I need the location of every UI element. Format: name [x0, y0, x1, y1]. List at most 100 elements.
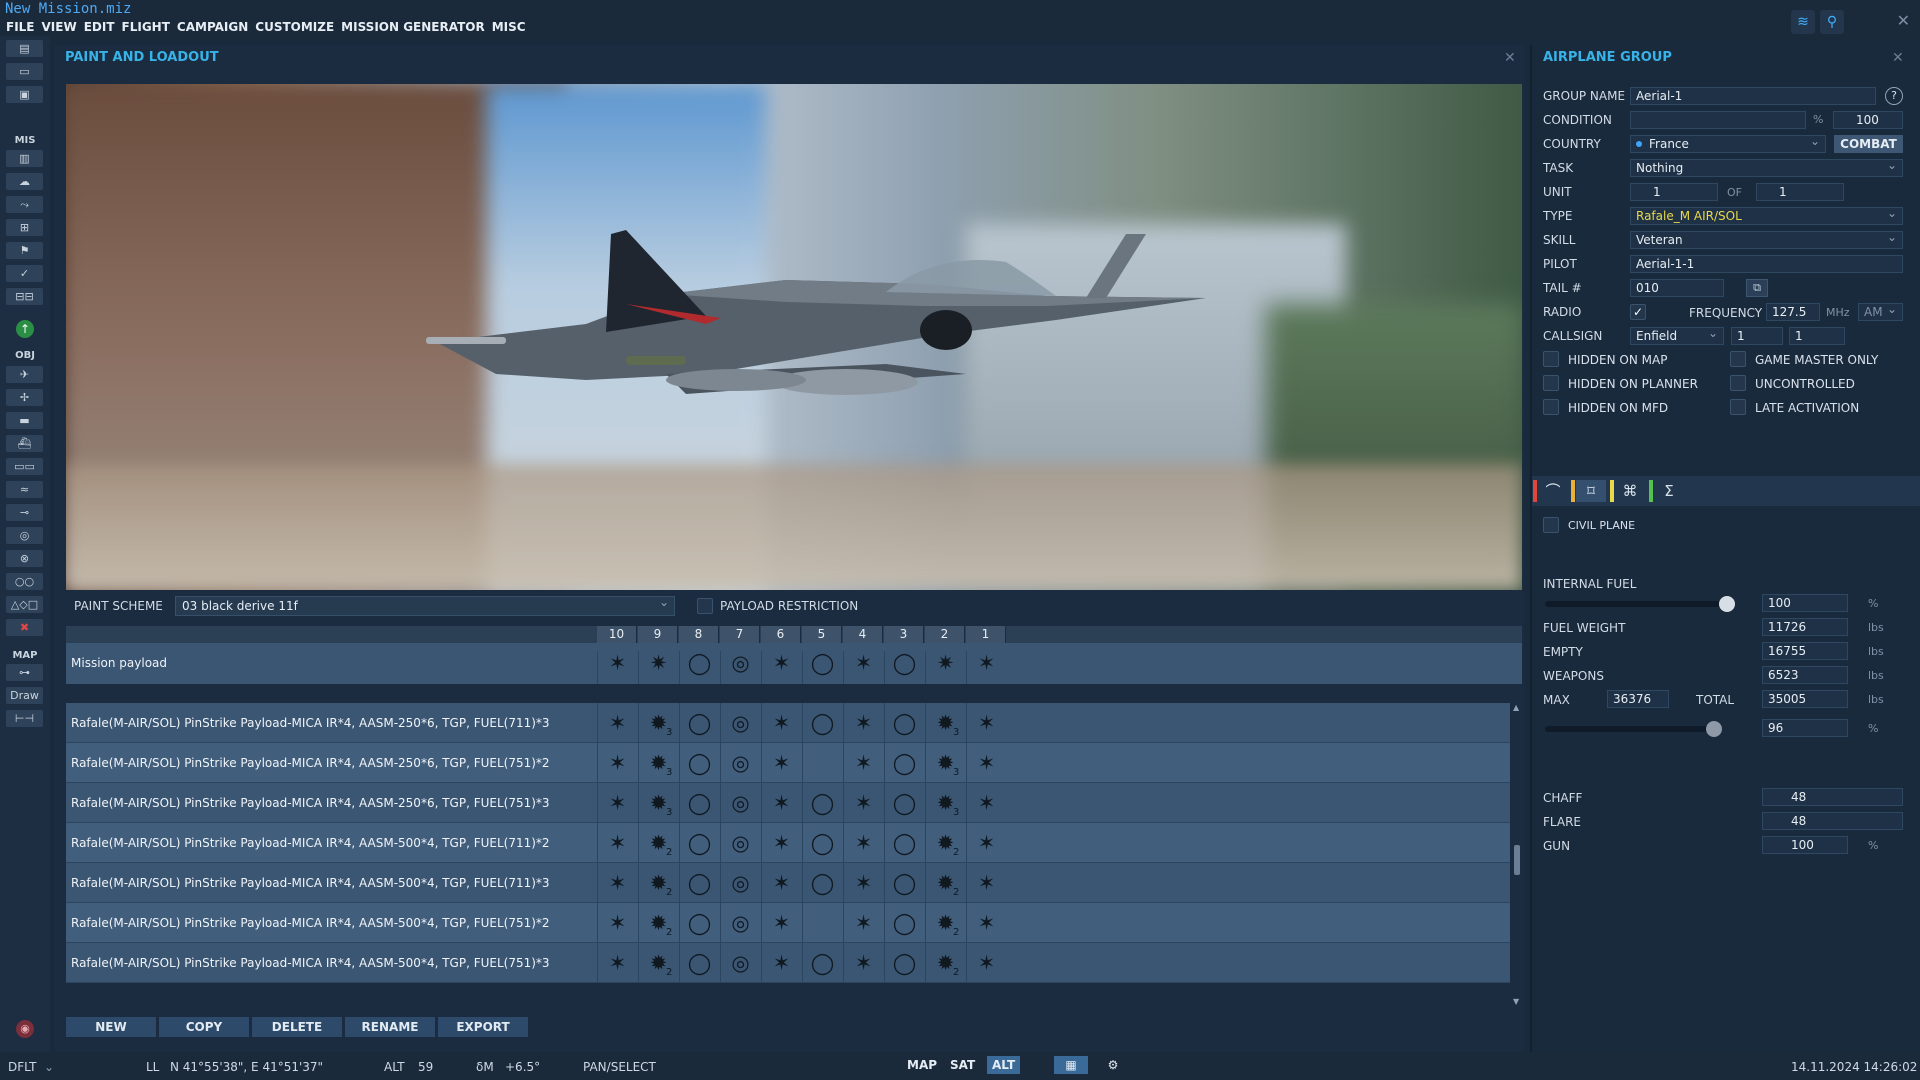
internal-fuel-input[interactable]: 100	[1762, 594, 1848, 612]
new-payload-button[interactable]: NEW	[66, 1017, 156, 1037]
rename-payload-button[interactable]: RENAME	[345, 1017, 435, 1037]
mission-pylon-3-icon[interactable]: ◯	[884, 651, 924, 684]
mission-pylon-1-icon[interactable]: ✶	[966, 651, 1006, 684]
menu-item-customize[interactable]: CUSTOMIZE	[255, 20, 334, 34]
unit-stepper[interactable]: 1	[1630, 183, 1718, 201]
payload-row[interactable]: Rafale(M-AIR/SOL) PinStrike Payload-MICA…	[66, 703, 1510, 743]
mission-pylon-9-icon[interactable]: ✷	[638, 651, 678, 684]
upload-icon[interactable]: ↑	[16, 320, 34, 338]
triggers-icon[interactable]: ⊟⊟	[6, 288, 43, 305]
aircraft-preview[interactable]	[66, 84, 1522, 590]
menu-item-mission-generator[interactable]: MISSION GENERATOR	[341, 20, 485, 34]
weather-icon[interactable]: ☁	[6, 173, 43, 190]
uncontrolled-checkbox[interactable]	[1730, 375, 1746, 391]
paint-scheme-select[interactable]: 03 black derive 11f	[175, 595, 675, 616]
unit-of-stepper[interactable]: 1	[1756, 183, 1844, 201]
summary-tab-icon[interactable]: Σ	[1654, 480, 1684, 502]
settings-gear-icon[interactable]: ⚙	[1102, 1056, 1124, 1074]
mission-pylon-10-icon[interactable]: ✶	[597, 651, 637, 684]
frequency-input[interactable]: 127.5	[1766, 303, 1820, 321]
hidden-on-mfd-checkbox[interactable]	[1543, 399, 1559, 415]
chaff-stepper[interactable]: 48	[1762, 788, 1903, 806]
payload-row[interactable]: Rafale(M-AIR/SOL) PinStrike Payload-MICA…	[66, 743, 1510, 783]
route-tab-icon[interactable]: ⌒	[1538, 480, 1568, 502]
payload-tab-icon[interactable]: ⌑	[1576, 480, 1606, 502]
route-icon[interactable]: ⤳	[6, 196, 43, 213]
menu-item-file[interactable]: FILE	[6, 20, 35, 34]
flare-stepper[interactable]: 48	[1762, 812, 1903, 830]
export-payload-button[interactable]: EXPORT	[438, 1017, 528, 1037]
group-icon[interactable]: ○○	[6, 573, 43, 590]
open-folder-icon[interactable]: ▭	[6, 63, 43, 80]
waypoint-icon[interactable]: ⊞	[6, 219, 43, 236]
mission-pylon-7-icon[interactable]: ◎	[720, 651, 760, 684]
sat-view-button[interactable]: SAT	[945, 1056, 981, 1074]
modulation-select[interactable]: AM	[1858, 302, 1903, 321]
tail-input[interactable]: 010	[1630, 279, 1724, 297]
key-icon[interactable]: ⊶	[6, 664, 43, 681]
delete-icon[interactable]: ✖	[6, 619, 43, 636]
menu-item-view[interactable]: VIEW	[42, 20, 77, 34]
alt-view-button[interactable]: ALT	[987, 1056, 1021, 1074]
callsign-select[interactable]: Enfield	[1630, 326, 1724, 345]
ground-unit-icon[interactable]: ▬	[6, 412, 43, 429]
menu-item-flight[interactable]: FLIGHT	[122, 20, 170, 34]
callsign-number-2-input[interactable]: 1	[1789, 327, 1845, 345]
payload-row[interactable]: Rafale(M-AIR/SOL) PinStrike Payload-MICA…	[66, 823, 1510, 863]
template-icon[interactable]: ≈	[6, 481, 43, 498]
civil-plane-checkbox[interactable]	[1543, 517, 1559, 533]
payload-row[interactable]: Rafale(M-AIR/SOL) PinStrike Payload-MICA…	[66, 863, 1510, 903]
antenna-icon[interactable]: ⚲	[1820, 10, 1844, 34]
condition-value-stepper[interactable]: 100	[1833, 111, 1903, 129]
mission-pylon-5-icon[interactable]: ◯	[802, 651, 842, 684]
triggered-actions-tab-icon[interactable]: ⌘	[1615, 480, 1645, 502]
mission-pylon-6-icon[interactable]: ✶	[761, 651, 801, 684]
country-select[interactable]: France	[1630, 134, 1826, 153]
mission-payload-row[interactable]: Mission payload ✶ ✷ ◯ ◎ ✶ ◯ ✶ ◯ ✷ ✶	[66, 643, 1522, 684]
payload-row[interactable]: Rafale(M-AIR/SOL) PinStrike Payload-MICA…	[66, 943, 1510, 983]
target-icon[interactable]: ◎	[6, 527, 43, 544]
airfield-icon[interactable]: ⊸	[6, 504, 43, 521]
menu-item-misc[interactable]: MISC	[492, 20, 526, 34]
profile-select[interactable]: DFLT	[8, 1060, 37, 1074]
skill-select[interactable]: Veteran	[1630, 230, 1903, 249]
paint-panel-close-icon[interactable]: ✕	[1504, 50, 1516, 66]
task-select[interactable]: Nothing	[1630, 158, 1903, 177]
late-activation-checkbox[interactable]	[1730, 399, 1746, 415]
gun-stepper[interactable]: 100	[1762, 836, 1848, 854]
helicopter-icon[interactable]: ✢	[6, 389, 43, 406]
condition-bar[interactable]	[1630, 111, 1806, 129]
wifi-icon[interactable]: ≋	[1791, 10, 1815, 34]
scroll-down-icon[interactable]: ▼	[1513, 997, 1519, 1006]
hidden-on-map-checkbox[interactable]	[1543, 351, 1559, 367]
delete-payload-button[interactable]: DELETE	[252, 1017, 342, 1037]
copy-icon[interactable]: ⧉	[1746, 279, 1768, 297]
close-icon[interactable]: ✕	[1897, 11, 1910, 30]
internal-fuel-slider[interactable]	[1545, 601, 1727, 607]
payload-scroll-thumb[interactable]	[1514, 845, 1520, 875]
copy-payload-button[interactable]: COPY	[159, 1017, 249, 1037]
fuel-weight-input[interactable]: 11726	[1762, 618, 1848, 636]
map-layer-icon[interactable]: ▦	[1054, 1056, 1088, 1074]
briefing-icon[interactable]: ▥	[6, 150, 43, 167]
ship-icon[interactable]: ⛴	[6, 435, 43, 452]
mission-pylon-8-icon[interactable]: ◯	[679, 651, 719, 684]
combat-button[interactable]: COMBAT	[1834, 135, 1903, 153]
radio-checkbox[interactable]: ✓	[1630, 304, 1646, 320]
ruler-icon[interactable]: ⊢⊣	[6, 710, 43, 727]
static-object-icon[interactable]: ▭▭	[6, 458, 43, 475]
menu-item-edit[interactable]: EDIT	[84, 20, 115, 34]
payload-row[interactable]: Rafale(M-AIR/SOL) PinStrike Payload-MICA…	[66, 783, 1510, 823]
callsign-number-1-input[interactable]: 1	[1731, 327, 1783, 345]
check-icon[interactable]: ✓	[6, 265, 43, 282]
game-master-only-checkbox[interactable]	[1730, 351, 1746, 367]
mission-pylon-4-icon[interactable]: ✶	[843, 651, 883, 684]
pilot-input[interactable]: Aerial-1-1	[1630, 255, 1903, 273]
group-name-input[interactable]: Aerial-1	[1630, 87, 1876, 105]
payload-row[interactable]: Rafale(M-AIR/SOL) PinStrike Payload-MICA…	[66, 903, 1510, 943]
menu-item-campaign[interactable]: CAMPAIGN	[177, 20, 248, 34]
mission-pylon-2-icon[interactable]: ✷	[925, 651, 965, 684]
group-panel-close-icon[interactable]: ✕	[1892, 50, 1904, 66]
airplane-icon[interactable]: ✈	[6, 366, 43, 383]
internal-fuel-slider-knob[interactable]	[1719, 596, 1735, 612]
